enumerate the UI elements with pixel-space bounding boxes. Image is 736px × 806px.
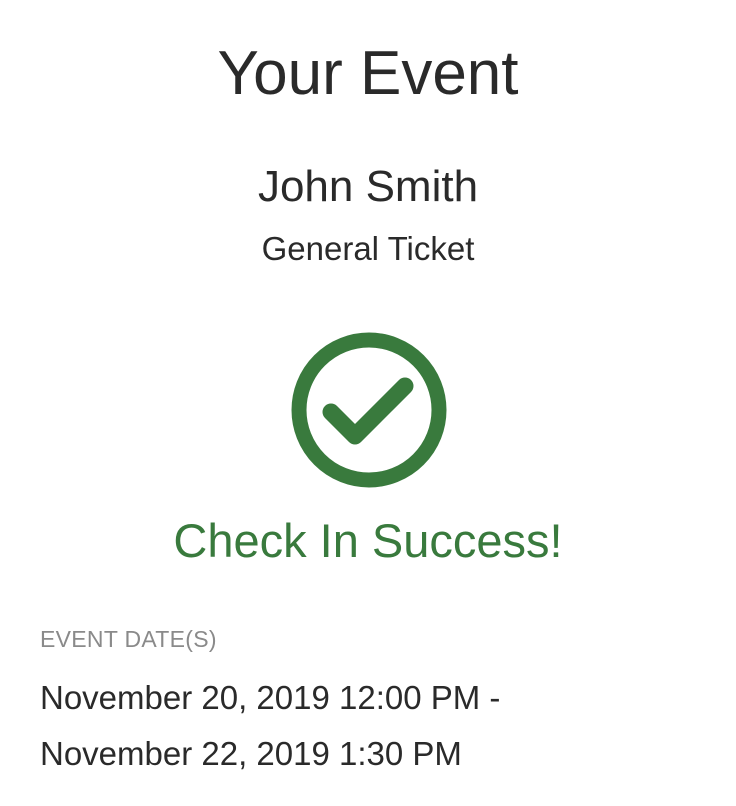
attendee-name: John Smith bbox=[257, 162, 479, 211]
event-title: Your Event bbox=[217, 39, 519, 108]
event-dates-value: November 20, 2019 12:00 PM - November 22… bbox=[40, 670, 700, 782]
ticket-type: General Ticket bbox=[261, 230, 475, 267]
check-circle-icon bbox=[291, 332, 447, 488]
check-in-success-message: Check In Success! bbox=[173, 514, 563, 567]
event-start-date: November 20, 2019 12:00 PM - bbox=[40, 679, 501, 716]
event-end-date: November 22, 2019 1:30 PM bbox=[40, 735, 462, 772]
event-dates-label: EVENT DATE(S) bbox=[40, 626, 217, 652]
